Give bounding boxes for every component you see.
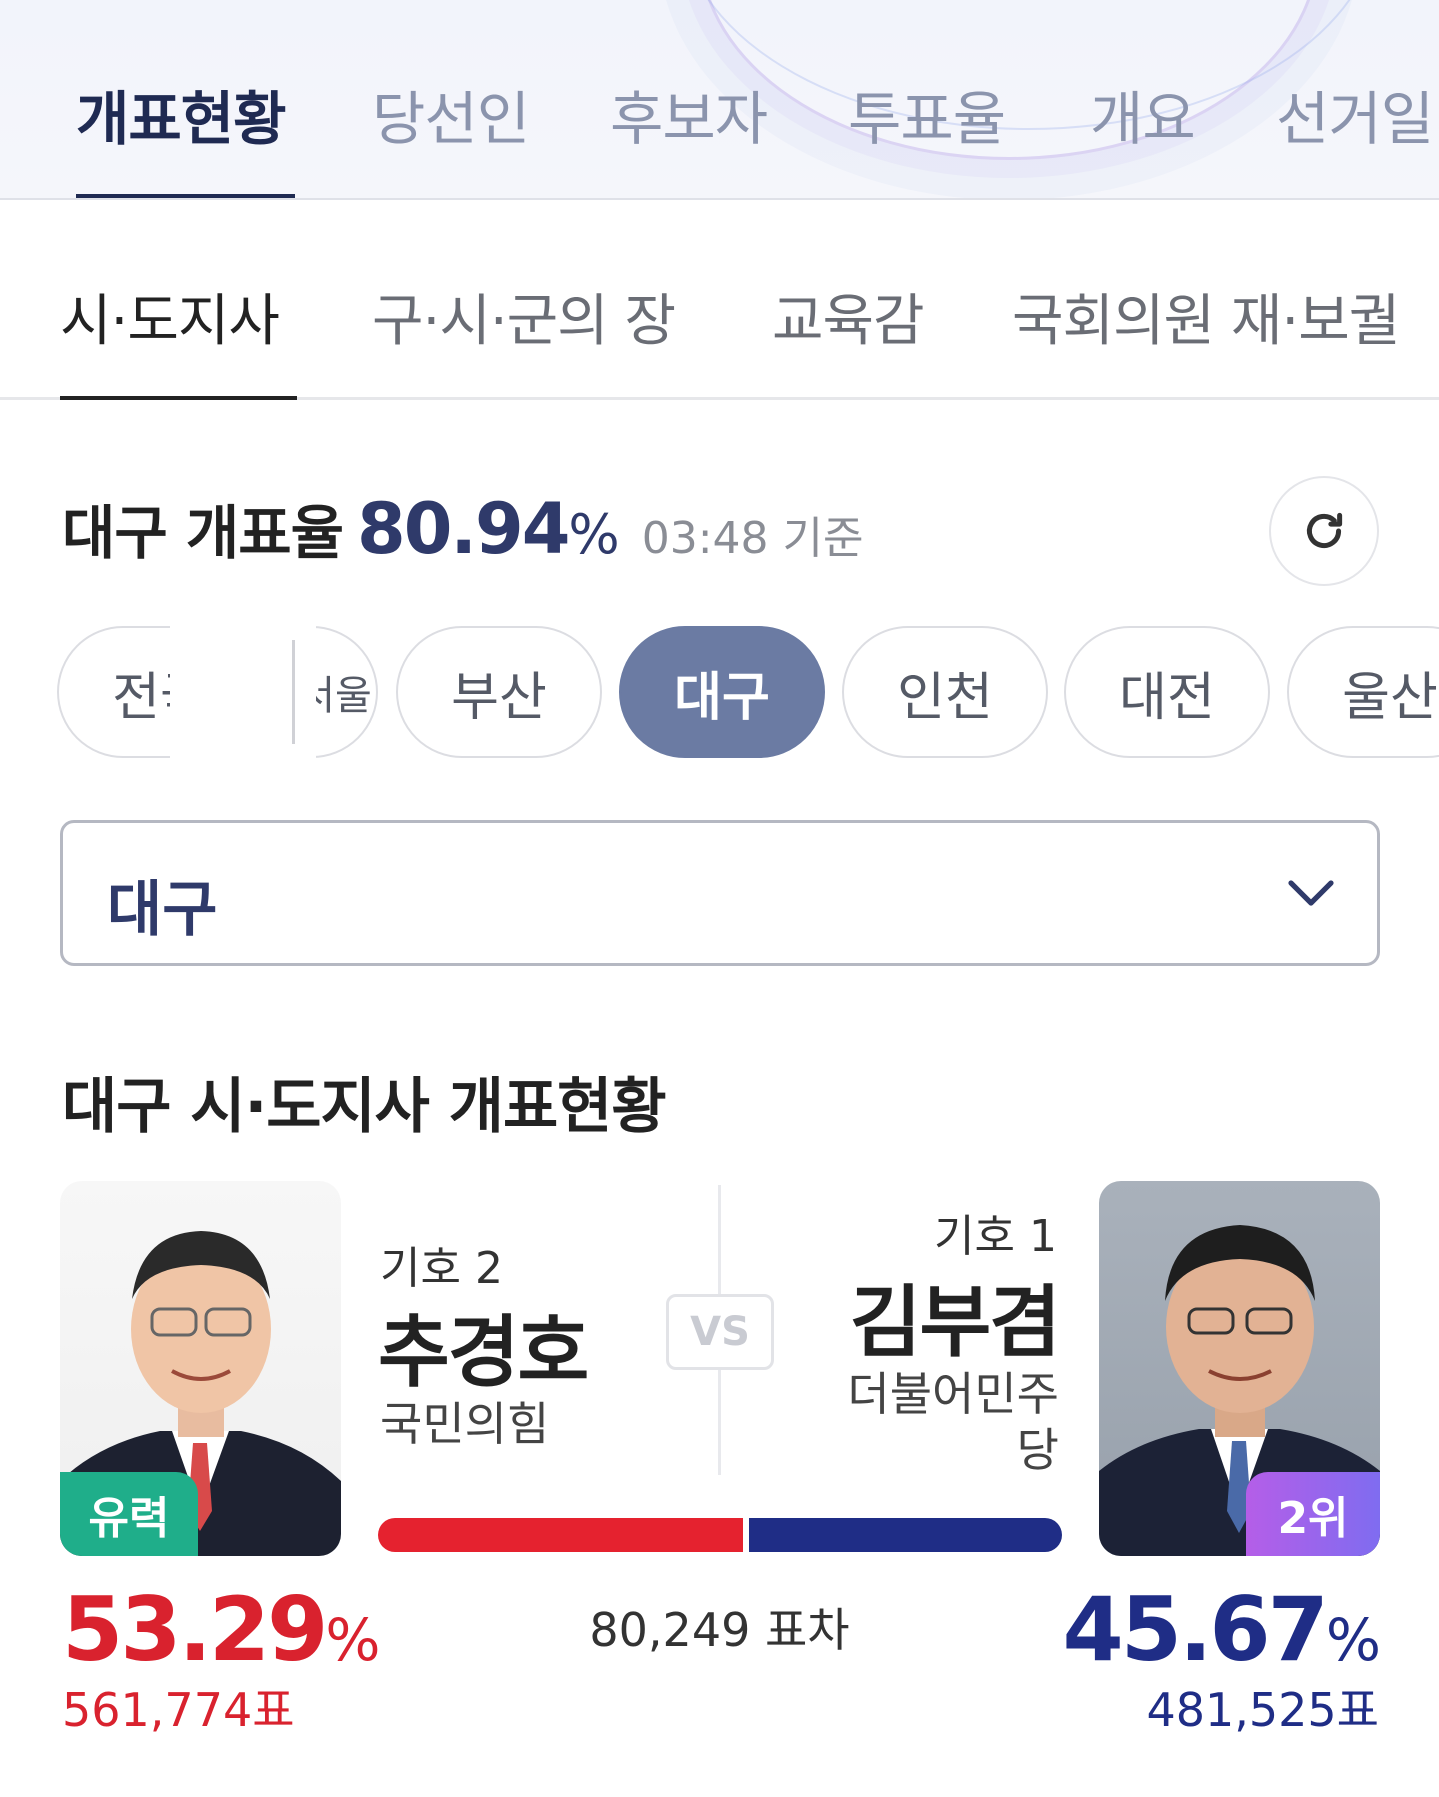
tab-governor[interactable]: 시·도지사 bbox=[60, 276, 280, 357]
vote-share-bar-red bbox=[378, 1518, 743, 1552]
tab-election-day[interactable]: 선거일 bbox=[1276, 72, 1434, 156]
tab-winners[interactable]: 당선인 bbox=[372, 72, 530, 156]
chip-divider bbox=[292, 640, 295, 744]
count-rate-value: 80.94 bbox=[357, 488, 570, 570]
leading-badge: 유력 bbox=[60, 1472, 198, 1556]
tab-count-status[interactable]: 개표현황 bbox=[76, 72, 286, 156]
candidate-party-line: 당 bbox=[1016, 1423, 1059, 1477]
vote-share-bar bbox=[378, 1518, 1062, 1552]
chevron-down-icon bbox=[1288, 880, 1334, 906]
vote-share-bar-blue bbox=[749, 1518, 1062, 1552]
count-rate-time: 03:48 기준 bbox=[641, 513, 864, 564]
section-title: 대구 시·도지사 개표현황 bbox=[62, 1072, 667, 1142]
candidate-party: 더불어민주 당 bbox=[847, 1366, 1059, 1478]
candidate-votes: 561,774표 bbox=[62, 1683, 295, 1737]
candidate-party-line: 더불어민주 bbox=[847, 1367, 1059, 1421]
count-rate-line: 대구 개표율 80.94% 03:48 기준 bbox=[62, 486, 863, 570]
rank-badge: 2위 bbox=[1246, 1472, 1380, 1556]
tab-by-election[interactable]: 국회의원 재·보궐 bbox=[1012, 276, 1400, 357]
background-decoration bbox=[679, 0, 1379, 130]
candidate-percent-unit: % bbox=[1325, 1606, 1381, 1674]
chip-daegu[interactable]: 대구 bbox=[619, 626, 825, 758]
candidate-number: 기호 1 bbox=[934, 1211, 1057, 1262]
active-subtab-indicator bbox=[60, 396, 297, 400]
candidate-photo-choo: 유력 bbox=[60, 1181, 341, 1556]
chip-incheon[interactable]: 인천 bbox=[842, 626, 1048, 758]
candidate-number: 기호 2 bbox=[380, 1243, 503, 1294]
candidate-percent-unit: % bbox=[325, 1606, 381, 1674]
region-select-value: 대구 bbox=[107, 875, 218, 945]
tab-superintendent[interactable]: 교육감 bbox=[772, 276, 925, 357]
refresh-button[interactable] bbox=[1269, 476, 1379, 586]
tab-district-heads[interactable]: 구·시·군의 장 bbox=[372, 276, 676, 357]
count-rate-unit: % bbox=[568, 503, 620, 566]
count-rate-label: 대구 개표율 bbox=[62, 499, 344, 567]
candidate-votes: 481,525표 bbox=[1146, 1683, 1379, 1737]
tab-turnout[interactable]: 투표율 bbox=[848, 72, 1006, 156]
vs-label: VS bbox=[666, 1294, 774, 1370]
top-tab-bar: 개표현황 당선인 후보자 투표율 개요 선거일 bbox=[0, 0, 1439, 200]
tab-overview[interactable]: 개요 bbox=[1090, 72, 1196, 156]
candidate-name: 추경호 bbox=[378, 1308, 589, 1398]
candidate-name: 김부겸 bbox=[849, 1278, 1061, 1368]
chip-busan[interactable]: 부산 bbox=[396, 626, 602, 758]
candidate-photo-kim: 2위 bbox=[1099, 1181, 1380, 1556]
sub-tab-bar: 시·도지사 구·시·군의 장 교육감 국회의원 재·보궐 bbox=[0, 200, 1439, 400]
region-select[interactable]: 대구 bbox=[60, 820, 1380, 966]
candidate-percent: 53.29% bbox=[62, 1578, 380, 1681]
chip-ulsan[interactable]: 울산 bbox=[1287, 626, 1439, 758]
chip-daejeon[interactable]: 대전 bbox=[1064, 626, 1270, 758]
candidate-percent-value: 53.29 bbox=[62, 1578, 328, 1681]
candidate-percent-value: 45.67 bbox=[1062, 1578, 1329, 1681]
candidate-percent: 45.67% bbox=[1063, 1578, 1381, 1681]
candidate-party: 국민의힘 bbox=[380, 1397, 550, 1451]
refresh-icon bbox=[1306, 512, 1343, 549]
tab-candidates[interactable]: 후보자 bbox=[610, 72, 768, 156]
